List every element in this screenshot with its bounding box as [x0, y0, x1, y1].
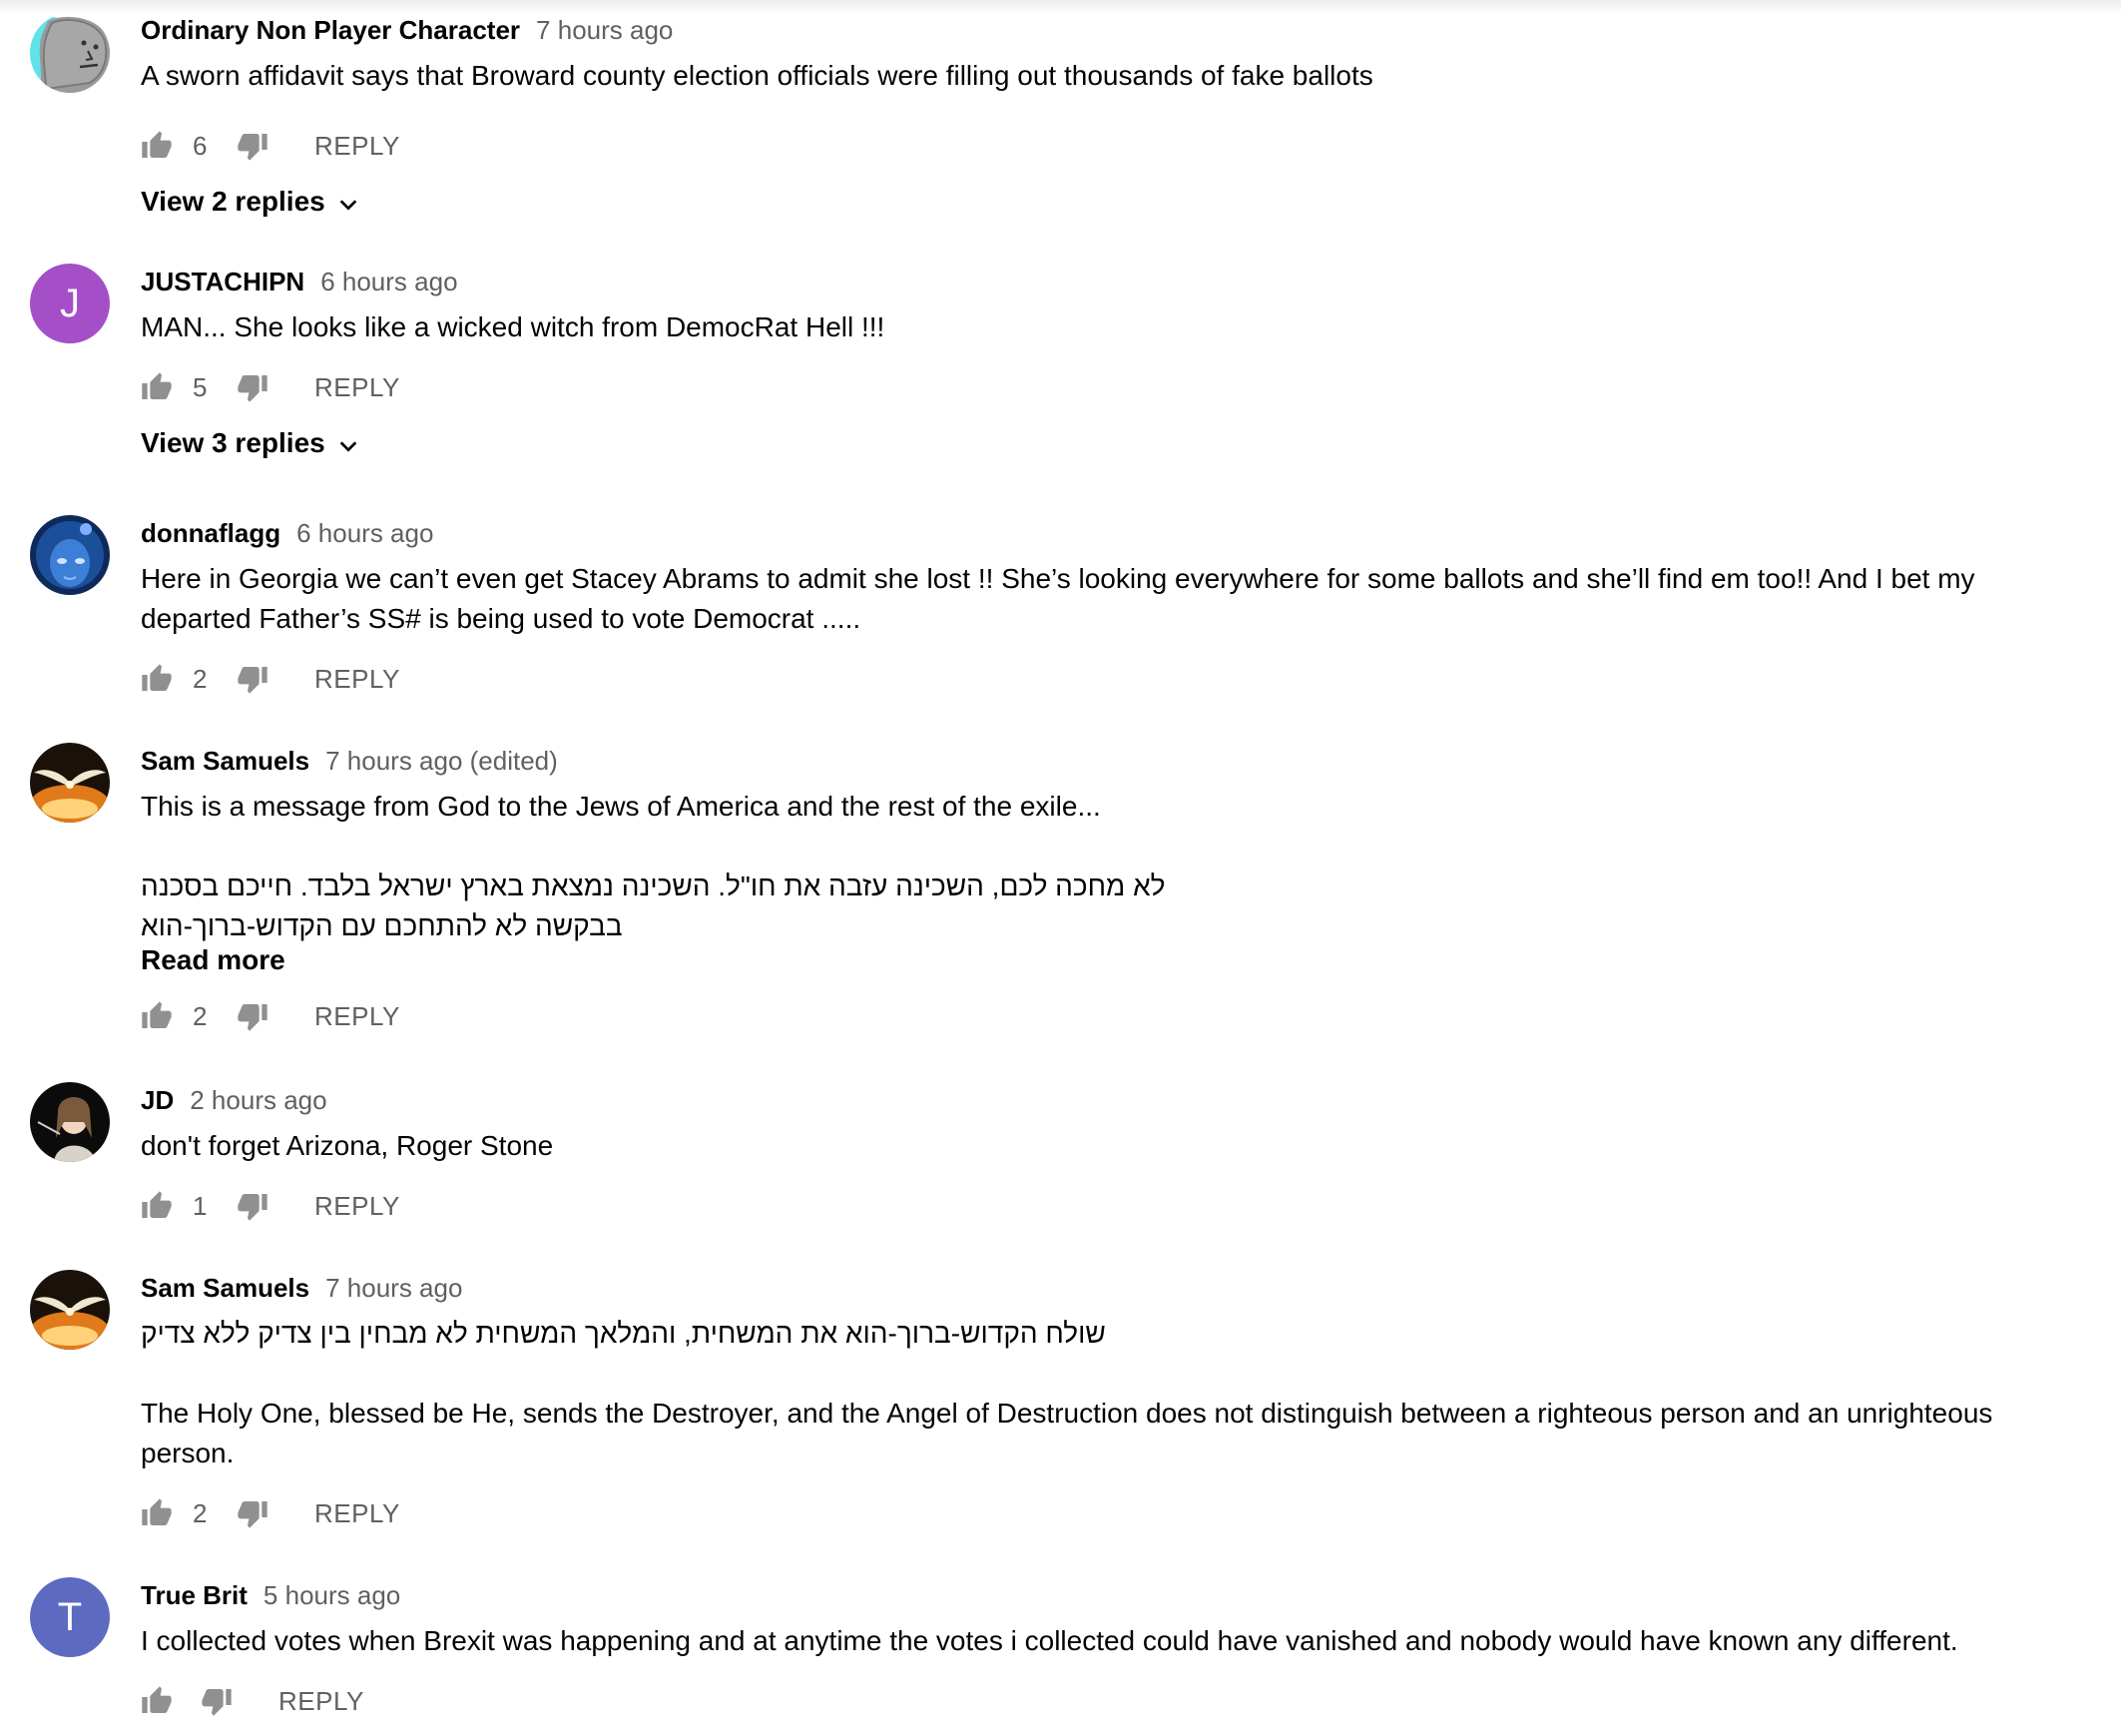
author-name[interactable]: Sam Samuels — [141, 746, 309, 777]
comment-text-line: The Holy One, blessed be He, sends the D… — [141, 1398, 1993, 1429]
reply-button[interactable]: REPLY — [314, 664, 400, 695]
reply-button[interactable]: REPLY — [314, 1498, 400, 1529]
thumb-up-icon[interactable] — [141, 1190, 173, 1222]
avatar[interactable]: J — [30, 264, 110, 343]
comment-time[interactable]: 7 hours ago — [536, 15, 673, 46]
comment-text-line: departed Father’s SS# is being used to v… — [141, 603, 861, 634]
comment-text-line: This is a message from God to the Jews o… — [141, 791, 1101, 822]
like-count: 2 — [193, 663, 208, 694]
comment-time[interactable]: 7 hours ago (edited) — [325, 746, 558, 777]
view-replies-label: View 3 replies — [141, 427, 325, 458]
thumb-down-icon[interactable] — [201, 1685, 233, 1717]
thumb-down-icon[interactable] — [237, 130, 268, 162]
avatar-letter: T — [57, 1594, 83, 1639]
comment-actions: 2 REPLY — [141, 659, 400, 699]
reply-button[interactable]: REPLY — [278, 1686, 364, 1717]
thumb-down-icon[interactable] — [237, 1190, 268, 1222]
avatar[interactable] — [30, 743, 110, 823]
thumb-down-icon[interactable] — [237, 371, 268, 403]
comment-text-line: I collected votes when Brexit was happen… — [141, 1625, 1958, 1656]
read-more-button[interactable]: Read more — [141, 940, 2007, 980]
like-count: 2 — [193, 1497, 208, 1528]
author-name[interactable]: JD — [141, 1085, 174, 1116]
view-replies-button[interactable]: View 2 replies — [141, 182, 359, 222]
comment-actions: REPLY — [141, 1681, 364, 1721]
comment-header: donnaflagg 6 hours ago — [141, 513, 433, 553]
view-replies-label: View 2 replies — [141, 186, 325, 217]
author-name[interactable]: donnaflagg — [141, 518, 280, 549]
avatar[interactable]: T — [30, 1577, 110, 1657]
comment-text: A sworn affidavit says that Broward coun… — [141, 56, 2007, 96]
comment-actions: 1 REPLY — [141, 1186, 400, 1226]
comment-header: JUSTACHIPN 6 hours ago — [141, 262, 458, 301]
reply-button[interactable]: REPLY — [314, 1001, 400, 1032]
comment-text-line: A sworn affidavit says that Broward coun… — [141, 60, 1373, 91]
comment-text: MAN... She looks like a wicked witch fro… — [141, 307, 2007, 347]
comment-text-line: MAN... She looks like a wicked witch fro… — [141, 311, 885, 342]
comment-actions: 6 REPLY — [141, 126, 400, 166]
comment-header: Sam Samuels 7 hours ago (edited) — [141, 741, 558, 781]
comment-time[interactable]: 5 hours ago — [264, 1580, 400, 1611]
like-count: 6 — [193, 130, 208, 161]
comment-text-line: Here in Georgia we can’t even get Stacey… — [141, 563, 1975, 594]
comment-text: Here in Georgia we can’t even get Stacey… — [141, 559, 2007, 639]
comment-text-line: שולח הקדוש-ברוך-הוא את המשחית, והמלאך המ… — [141, 1318, 1106, 1349]
chevron-down-icon — [337, 191, 359, 213]
comment-actions: 5 REPLY — [141, 367, 400, 407]
reply-button[interactable]: REPLY — [314, 1191, 400, 1222]
comment-time[interactable]: 6 hours ago — [320, 267, 457, 297]
comment-text: This is a message from God to the Jews o… — [141, 787, 2007, 980]
avatar[interactable] — [30, 1082, 110, 1162]
reply-button[interactable]: REPLY — [314, 131, 400, 162]
author-name[interactable]: Sam Samuels — [141, 1273, 309, 1304]
comment-actions: 2 REPLY — [141, 1493, 400, 1533]
comment-time[interactable]: 6 hours ago — [296, 518, 433, 549]
view-replies-button[interactable]: View 3 replies — [141, 423, 359, 463]
chevron-down-icon — [337, 432, 359, 454]
thumb-up-icon[interactable] — [141, 371, 173, 403]
thumb-down-icon[interactable] — [237, 1000, 268, 1032]
comment-text-line: person. — [141, 1438, 235, 1468]
comment-actions: 2 REPLY — [141, 996, 400, 1036]
comment-time[interactable]: 2 hours ago — [190, 1085, 326, 1116]
thumb-down-icon[interactable] — [237, 663, 268, 695]
avatar[interactable] — [30, 1270, 110, 1350]
comment-time[interactable]: 7 hours ago — [325, 1273, 462, 1304]
like-count: 1 — [193, 1190, 208, 1221]
comment-header: Sam Samuels 7 hours ago — [141, 1268, 462, 1308]
author-name[interactable]: JUSTACHIPN — [141, 267, 304, 297]
avatar-letter: J — [60, 281, 80, 325]
comment-text: I collected votes when Brexit was happen… — [141, 1621, 2007, 1661]
author-name[interactable]: True Brit — [141, 1580, 248, 1611]
like-count: 5 — [193, 371, 208, 402]
thumb-down-icon[interactable] — [237, 1497, 268, 1529]
comment-text: don't forget Arizona, Roger Stone — [141, 1126, 2007, 1166]
comment-header: True Brit 5 hours ago — [141, 1575, 400, 1615]
thumb-up-icon[interactable] — [141, 663, 173, 695]
thumb-up-icon[interactable] — [141, 1497, 173, 1529]
comment-header: Ordinary Non Player Character 7 hours ag… — [141, 10, 673, 50]
comment-header: JD 2 hours ago — [141, 1080, 327, 1120]
thumb-up-icon[interactable] — [141, 130, 173, 162]
comment-text-line: don't forget Arizona, Roger Stone — [141, 1130, 554, 1161]
reply-button[interactable]: REPLY — [314, 372, 400, 403]
thumb-up-icon[interactable] — [141, 1000, 173, 1032]
avatar[interactable] — [30, 515, 110, 595]
like-count: 2 — [193, 1000, 208, 1031]
author-name[interactable]: Ordinary Non Player Character — [141, 15, 520, 46]
thumb-up-icon[interactable] — [141, 1685, 173, 1717]
comment-text-line: לא מחכה לכם, השכינה עזבה את חו"ל. השכינה… — [141, 870, 1166, 901]
comment-text: שולח הקדוש-ברוך-הוא את המשחית, והמלאך המ… — [141, 1314, 2007, 1473]
avatar[interactable] — [30, 13, 110, 93]
